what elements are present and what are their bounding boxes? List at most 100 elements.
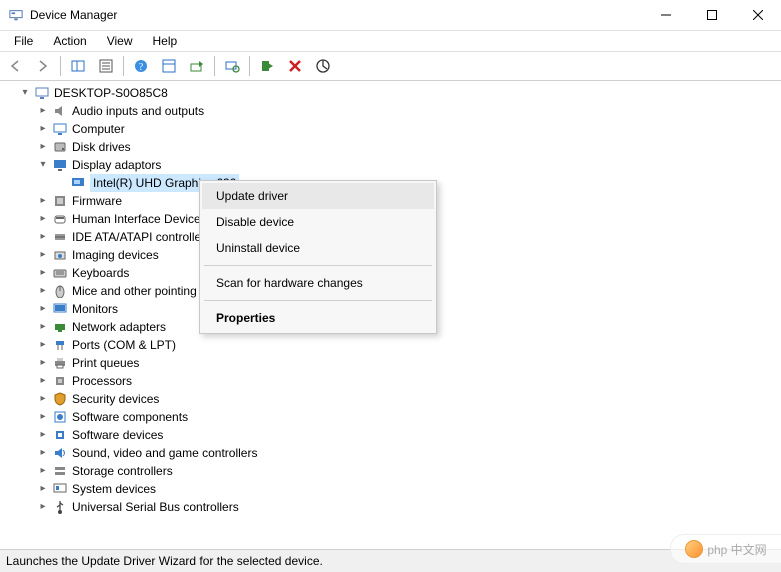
tree-label: Processors: [72, 372, 132, 390]
tree-category[interactable]: ▸Security devices: [4, 390, 781, 408]
tree-label: DESKTOP-S0O85C8: [54, 84, 168, 102]
window-title: Device Manager: [30, 8, 643, 22]
menubar: File Action View Help: [0, 31, 781, 52]
expand-icon[interactable]: ▸: [36, 480, 50, 498]
help-button[interactable]: ?: [128, 54, 154, 78]
tree-category[interactable]: ▸ Processors: [4, 372, 781, 390]
imaging-icon: [52, 247, 68, 263]
tree-label: Sound, video and game controllers: [72, 444, 257, 462]
tree-label: Human Interface Devices: [72, 210, 207, 228]
disk-icon: [52, 139, 68, 155]
uninstall-device-button[interactable]: [282, 54, 308, 78]
tree-category[interactable]: ▸ Sound, video and game controllers: [4, 444, 781, 462]
expand-icon[interactable]: ▸: [36, 372, 50, 390]
tree-category-display-adaptors[interactable]: ▾ Display adaptors: [4, 156, 781, 174]
usb-icon: [52, 499, 68, 515]
tree-label: System devices: [72, 480, 156, 498]
expand-icon[interactable]: ▸: [36, 102, 50, 120]
toolbar-separator: [214, 56, 215, 76]
menu-file[interactable]: File: [6, 32, 41, 50]
properties-button[interactable]: [93, 54, 119, 78]
disable-device-button[interactable]: [310, 54, 336, 78]
menu-view[interactable]: View: [99, 32, 141, 50]
tree-category[interactable]: ▸Software devices: [4, 426, 781, 444]
expand-icon[interactable]: ▸: [36, 282, 50, 300]
gpu-icon: [70, 175, 86, 191]
expand-icon[interactable]: ▸: [36, 264, 50, 282]
expand-icon[interactable]: ▸: [36, 192, 50, 210]
display-icon: [52, 157, 68, 173]
tree-label: Computer: [72, 120, 125, 138]
tree-category[interactable]: ▸ Audio inputs and outputs: [4, 102, 781, 120]
collapse-icon[interactable]: ▾: [18, 84, 32, 102]
close-button[interactable]: [735, 0, 781, 30]
tree-label: Display adaptors: [72, 156, 161, 174]
expand-icon[interactable]: ▸: [36, 138, 50, 156]
minimize-button[interactable]: [643, 0, 689, 30]
menu-disable-device[interactable]: Disable device: [202, 209, 434, 235]
tree-category[interactable]: ▸ Print queues: [4, 354, 781, 372]
toolbar: ?: [0, 52, 781, 81]
expand-icon[interactable]: ▸: [36, 444, 50, 462]
collapse-icon[interactable]: ▾: [36, 156, 50, 174]
tree-category[interactable]: ▸ Ports (COM & LPT): [4, 336, 781, 354]
forward-button[interactable]: [30, 54, 56, 78]
window-controls: [643, 0, 781, 30]
tree-label: Print queues: [72, 354, 139, 372]
menu-properties[interactable]: Properties: [202, 305, 434, 331]
expand-icon[interactable]: ▸: [36, 462, 50, 480]
expand-icon[interactable]: ▸: [36, 300, 50, 318]
expand-icon[interactable]: ▸: [36, 120, 50, 138]
menu-scan-hardware[interactable]: Scan for hardware changes: [202, 270, 434, 296]
expand-icon[interactable]: ▸: [36, 210, 50, 228]
toolbar-separator: [60, 56, 61, 76]
menu-update-driver[interactable]: Update driver: [202, 183, 434, 209]
update-driver-button[interactable]: [184, 54, 210, 78]
expand-icon[interactable]: ▸: [36, 354, 50, 372]
tree-label: Audio inputs and outputs: [72, 102, 204, 120]
expand-icon[interactable]: ▸: [36, 498, 50, 516]
titlebar: Device Manager: [0, 0, 781, 31]
watermark: php 中文网: [670, 534, 781, 564]
expand-icon[interactable]: ▸: [36, 228, 50, 246]
expand-icon[interactable]: ▸: [36, 390, 50, 408]
tree-label: Firmware: [72, 192, 122, 210]
expand-icon[interactable]: ▸: [36, 426, 50, 444]
tree-category[interactable]: ▸ Software components: [4, 408, 781, 426]
action-button[interactable]: [156, 54, 182, 78]
tree-category[interactable]: ▸ System devices: [4, 480, 781, 498]
expand-icon[interactable]: ▸: [36, 318, 50, 336]
tree-category[interactable]: ▸Storage controllers: [4, 462, 781, 480]
network-icon: [52, 319, 68, 335]
tree-label: Network adapters: [72, 318, 166, 336]
swcomp-icon: [52, 409, 68, 425]
hid-icon: [52, 211, 68, 227]
enable-device-button[interactable]: [254, 54, 280, 78]
show-hide-console-button[interactable]: [65, 54, 91, 78]
scan-hardware-button[interactable]: [219, 54, 245, 78]
tree-category[interactable]: ▸Universal Serial Bus controllers: [4, 498, 781, 516]
tree-label: Imaging devices: [72, 246, 159, 264]
back-button[interactable]: [2, 54, 28, 78]
expand-icon[interactable]: ▸: [36, 408, 50, 426]
app-icon: [8, 7, 24, 23]
tree-label: Software components: [72, 408, 188, 426]
expand-icon[interactable]: ▸: [36, 246, 50, 264]
port-icon: [52, 337, 68, 353]
toolbar-separator: [123, 56, 124, 76]
menu-action[interactable]: Action: [45, 32, 94, 50]
tree-root[interactable]: ▾ DESKTOP-S0O85C8: [4, 84, 781, 102]
expand-icon[interactable]: ▸: [36, 336, 50, 354]
monitor-icon: [52, 301, 68, 317]
svg-text:?: ?: [139, 62, 144, 73]
tree-category[interactable]: ▸ Computer: [4, 120, 781, 138]
cpu-icon: [52, 373, 68, 389]
menu-help[interactable]: Help: [145, 32, 186, 50]
tree-category[interactable]: ▸Disk drives: [4, 138, 781, 156]
statusbar-text: Launches the Update Driver Wizard for th…: [6, 554, 323, 568]
security-icon: [52, 391, 68, 407]
menu-uninstall-device[interactable]: Uninstall device: [202, 235, 434, 261]
maximize-button[interactable]: [689, 0, 735, 30]
tree-label: Ports (COM & LPT): [72, 336, 176, 354]
computer-root-icon: [34, 85, 50, 101]
